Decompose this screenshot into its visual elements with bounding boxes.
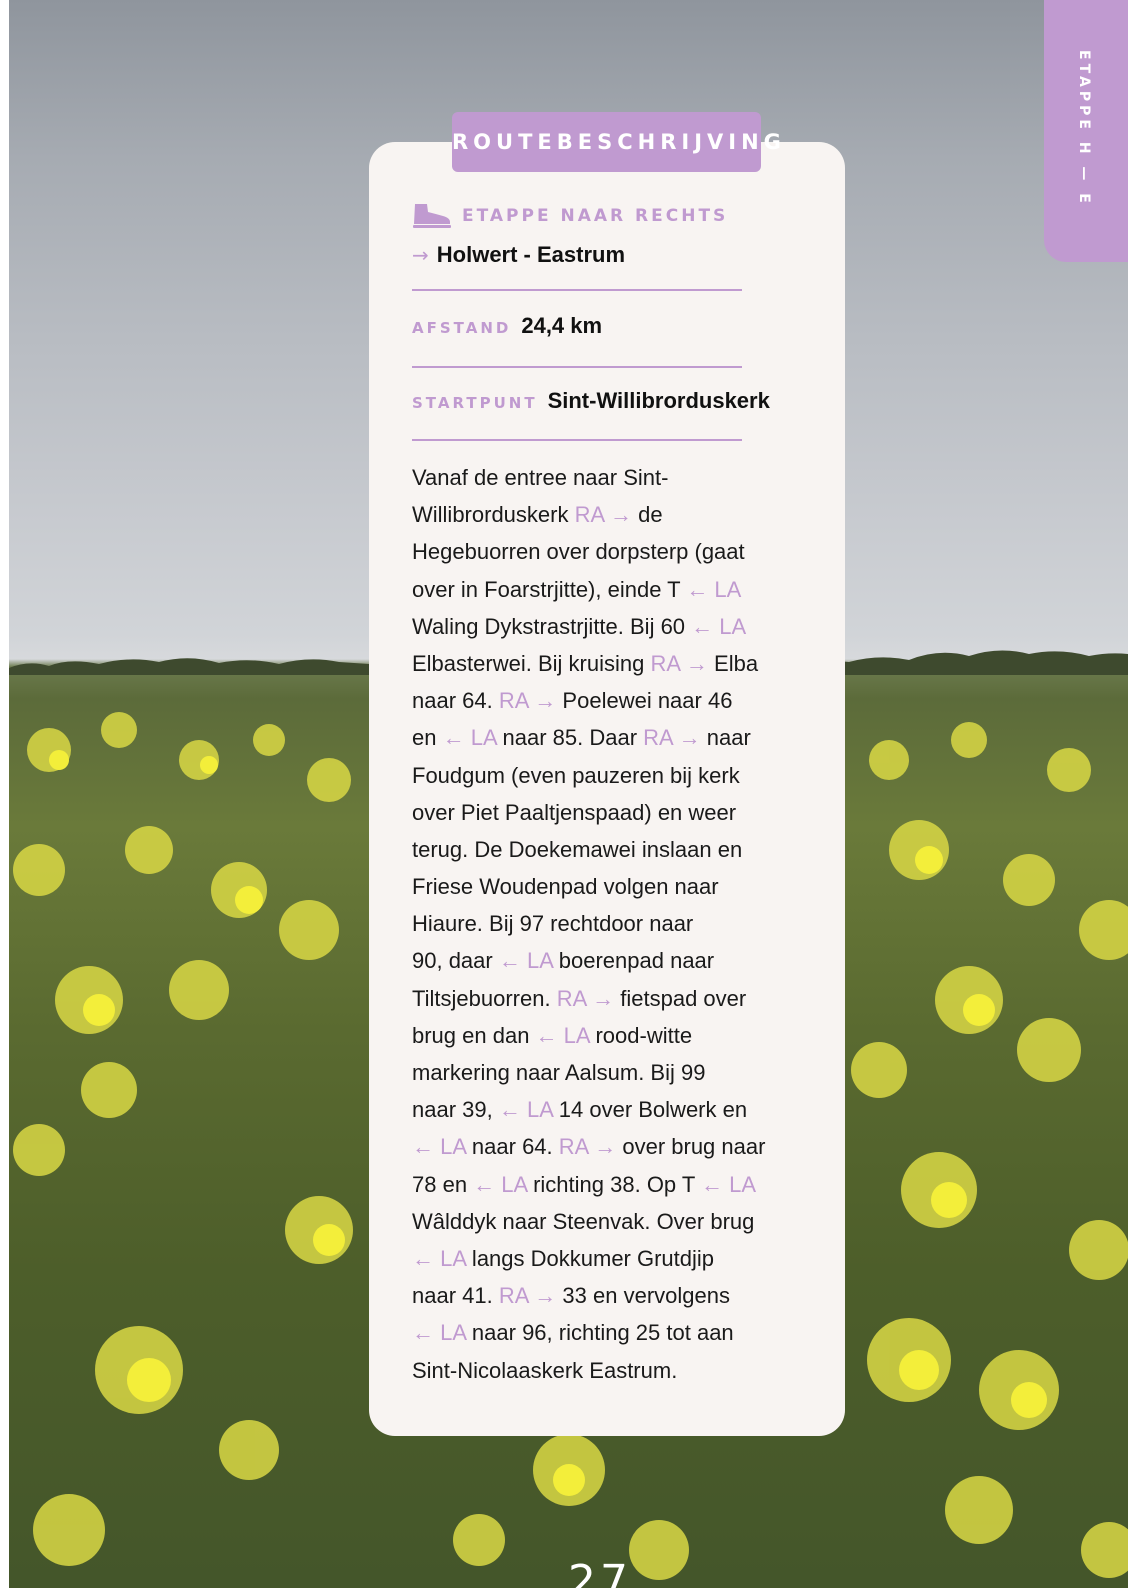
- description-line: 78 en ← LA richting 38. Op T ← LA: [412, 1166, 802, 1203]
- direction-marker: ← LA: [412, 1320, 466, 1346]
- description-text: naar 64.: [412, 688, 499, 714]
- description-text: naar 41.: [412, 1283, 499, 1309]
- description-text: brug en dan: [412, 1022, 536, 1048]
- route-row: → Holwert - Eastrum: [412, 240, 625, 270]
- description-line: Hiaure. Bij 97 rechtdoor naar: [412, 905, 802, 942]
- description-text: 14 over Bolwerk en: [552, 1097, 748, 1123]
- description-text: Hiaure. Bij 97 rechtdoor naar: [412, 911, 694, 937]
- description-line: Friese Woudenpad volgen naar: [412, 868, 802, 905]
- description-line: Waling Dykstrastrjitte. Bij 60 ← LA: [412, 608, 802, 645]
- description-line: Elbasterwei. Bij kruising RA → Elba: [412, 645, 802, 682]
- description-text: Tiltsjebuorren.: [412, 985, 557, 1011]
- description-line: naar 64. RA → Poelewei naar 46: [412, 682, 802, 719]
- chapter-side-tab-label: ETAPPE H — E: [1076, 50, 1092, 207]
- description-text: Willibrorduskerk: [412, 502, 575, 528]
- description-text: 78 en: [412, 1171, 474, 1197]
- direction-marker: ← LA: [691, 613, 747, 639]
- afstand-label: AFSTAND: [412, 319, 512, 337]
- description-line: terug. De Doekemawei inslaan en: [412, 831, 802, 868]
- route-title: Holwert - Eastrum: [436, 242, 626, 267]
- description-text: over Piet Paaltjenspaad) en weer: [412, 799, 737, 825]
- direction-marker: ← LA: [498, 948, 553, 974]
- description-text: Waling Dykstrastrjitte. Bij 60: [412, 613, 692, 639]
- description-text: naar 64.: [465, 1134, 559, 1160]
- description-text: boerenpad naar: [552, 948, 715, 974]
- description-text: fietspad over: [614, 985, 747, 1011]
- startpunt-value: Sint-Willibrorduskerk: [547, 388, 770, 413]
- description-line: Sint-Nicolaaskerk Eastrum.: [412, 1352, 802, 1389]
- description-line: brug en dan ← LA rood-witte: [412, 1017, 802, 1054]
- direction-marker: RA →: [498, 1283, 557, 1309]
- description-text: naar 39,: [412, 1097, 499, 1123]
- direction-marker: RA →: [650, 650, 708, 676]
- card-heading-badge: ROUTEBESCHRIJVING: [452, 112, 781, 172]
- description-line: Hegebuorren over dorpsterp (gaat: [412, 533, 802, 570]
- divider: [412, 439, 742, 441]
- description-text: Hegebuorren over dorpsterp (gaat: [412, 539, 745, 565]
- description-text: de: [632, 502, 663, 528]
- description-line: Vanaf de entree naar Sint-: [412, 459, 802, 496]
- description-line: Foudgum (even pauzeren bij kerk: [412, 757, 802, 794]
- description-text: naar: [700, 725, 751, 751]
- route-description-text: Vanaf de entree naar Sint- Willibrorduske…: [412, 459, 802, 1389]
- description-text: over in Foarstrjitte), einde T: [412, 576, 687, 602]
- direction-marker: ← LA: [412, 1245, 466, 1271]
- hiking-boot-icon: [413, 204, 451, 228]
- description-line: Tiltsjebuorren. RA → fietspad over: [412, 980, 802, 1017]
- description-text: Sint-Nicolaaskerk Eastrum.: [412, 1357, 678, 1383]
- description-line: Willibrorduskerk RA → de: [412, 496, 802, 533]
- description-line: ← LA naar 96, richting 25 tot aan: [412, 1314, 802, 1351]
- direction-marker: RA →: [556, 985, 615, 1011]
- description-line: over in Foarstrjitte), einde T ← LA: [412, 571, 802, 608]
- description-text: richting 38. Op T: [526, 1171, 702, 1197]
- direction-marker: RA →: [574, 502, 633, 528]
- afstand-row: AFSTAND 24,4 km: [412, 313, 602, 343]
- direction-marker: ← LA: [686, 576, 742, 602]
- description-text: markering naar Aalsum. Bij 99: [412, 1060, 706, 1085]
- right-arrow-icon: →: [412, 243, 429, 267]
- description-line: ← LA langs Dokkumer Grutdjip: [412, 1240, 802, 1277]
- description-line: 90, daar ← LA boerenpad naar: [412, 942, 802, 979]
- description-text: over brug naar: [616, 1134, 766, 1160]
- direction-marker: ← LA: [473, 1171, 527, 1197]
- startpunt-label: STARTPUNT: [412, 394, 538, 412]
- description-text: Elba: [707, 650, 759, 676]
- description-text: 33 en vervolgens: [556, 1283, 730, 1309]
- description-text: Wâlddyk naar Steenvak. Over brug: [412, 1208, 755, 1234]
- etappe-label: ETAPPE NAAR RECHTS: [462, 206, 729, 226]
- direction-marker: RA →: [558, 1134, 617, 1160]
- divider: [412, 366, 742, 368]
- description-text: Elbasterwei. Bij kruising: [412, 650, 651, 676]
- direction-marker: ← LA: [442, 725, 497, 751]
- description-line: en ← LA naar 85. Daar RA → naar: [412, 719, 802, 756]
- direction-marker: ← LA: [701, 1171, 757, 1197]
- direction-marker: ← LA: [412, 1134, 466, 1160]
- description-line: Wâlddyk naar Steenvak. Over brug: [412, 1203, 802, 1240]
- direction-marker: ← LA: [535, 1022, 590, 1048]
- direction-marker: ← LA: [498, 1097, 553, 1123]
- description-text: rood-witte: [589, 1022, 693, 1048]
- description-line: naar 39, ← LA 14 over Bolwerk en: [412, 1091, 802, 1128]
- description-line: ← LA naar 64. RA → over brug naar: [412, 1128, 802, 1165]
- description-text: naar 85. Daar: [496, 725, 644, 751]
- page-number: 27: [568, 1556, 632, 1588]
- direction-marker: RA →: [498, 688, 557, 714]
- description-text: langs Dokkumer Grutdjip: [465, 1245, 715, 1271]
- description-line: over Piet Paaltjenspaad) en weer: [412, 794, 802, 831]
- description-line: markering naar Aalsum. Bij 99: [412, 1054, 802, 1091]
- startpunt-row: STARTPUNT Sint-Willibrorduskerk: [412, 388, 770, 418]
- description-text: terug. De Doekemawei inslaan en: [412, 836, 743, 862]
- direction-marker: RA →: [643, 725, 701, 751]
- description-text: Vanaf de entree naar Sint-: [412, 465, 669, 490]
- divider: [412, 289, 742, 291]
- description-text: naar 96, richting 25 tot aan: [465, 1320, 734, 1346]
- etappe-row: ETAPPE NAAR RECHTS: [412, 201, 728, 231]
- description-text: 90, daar: [412, 948, 499, 974]
- description-text: Foudgum (even pauzeren bij kerk: [412, 762, 740, 788]
- description-text: Friese Woudenpad volgen naar: [412, 874, 719, 900]
- description-text: en: [412, 725, 443, 751]
- description-line: naar 41. RA → 33 en vervolgens: [412, 1277, 802, 1314]
- description-text: Poelewei naar 46: [556, 688, 733, 714]
- afstand-value: 24,4 km: [521, 313, 603, 338]
